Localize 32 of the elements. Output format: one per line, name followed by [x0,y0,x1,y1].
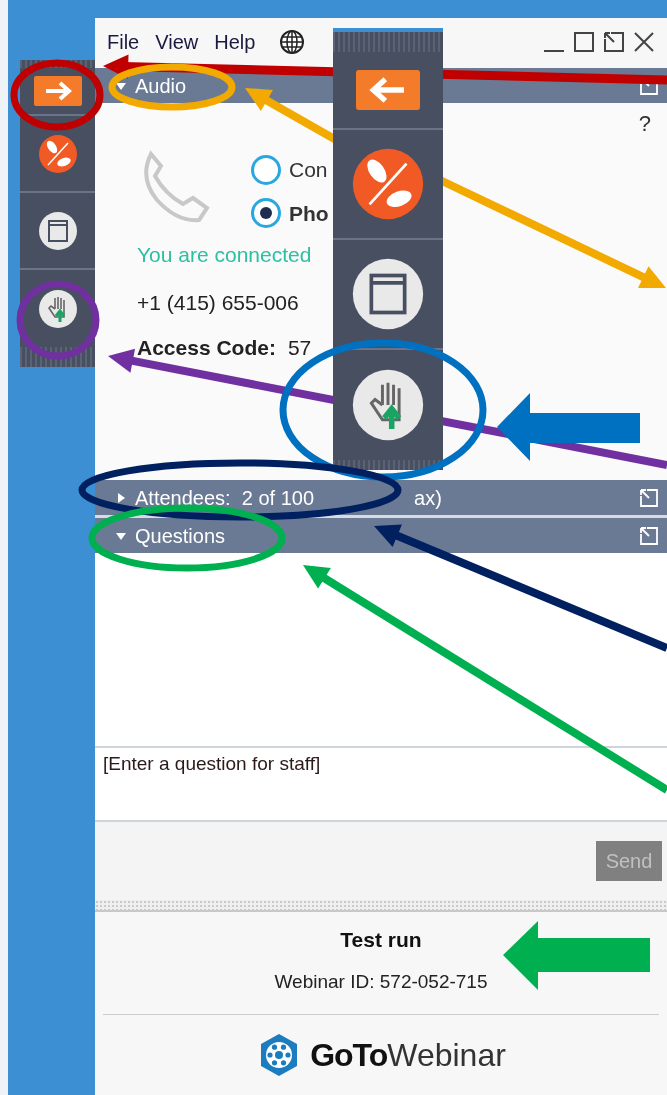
globe-icon[interactable] [279,29,306,55]
raise-hand-icon[interactable] [351,368,425,442]
radio-button[interactable] [251,154,281,185]
panel-title: Attendees: 2 of 100 [135,485,315,511]
help-mark[interactable]: ? [638,107,651,140]
brand-logo: GoToWebinar [256,1031,506,1079]
question-input-field[interactable]: [Enter a question for staff] [95,746,667,822]
mute-phone-icon[interactable] [351,147,425,221]
close-icon[interactable] [633,31,655,53]
access-code-label: Access Code: [137,335,276,361]
mute-phone-icon[interactable] [37,133,78,174]
radio-button[interactable] [251,198,281,229]
webinar-title: Test run [340,927,422,953]
phone-number: +1 (415) 655-006 [137,289,300,316]
popout-icon[interactable] [603,31,625,53]
raise-hand-icon[interactable] [37,288,78,329]
panel-header[interactable]: Questions [95,518,667,553]
radio-label: Con [289,157,328,183]
window-icon[interactable] [37,210,78,251]
window-icon[interactable] [351,257,425,331]
menu-item[interactable]: Help [214,27,256,57]
panel-title: Questions [135,523,226,549]
maximize-icon[interactable] [573,31,595,53]
radio-label: Pho [289,200,329,227]
access-code-value: 57 [287,335,312,361]
menu-item[interactable]: File [107,27,140,57]
menu-item[interactable]: View [155,27,199,57]
expand-caret-icon[interactable] [115,491,127,504]
panel-title: Audio [135,73,187,99]
panel-title-tail: ax) [414,485,442,511]
connection-status: You are connected [137,242,313,268]
webinar-id: Webinar ID: 572-052-715 [274,969,488,994]
